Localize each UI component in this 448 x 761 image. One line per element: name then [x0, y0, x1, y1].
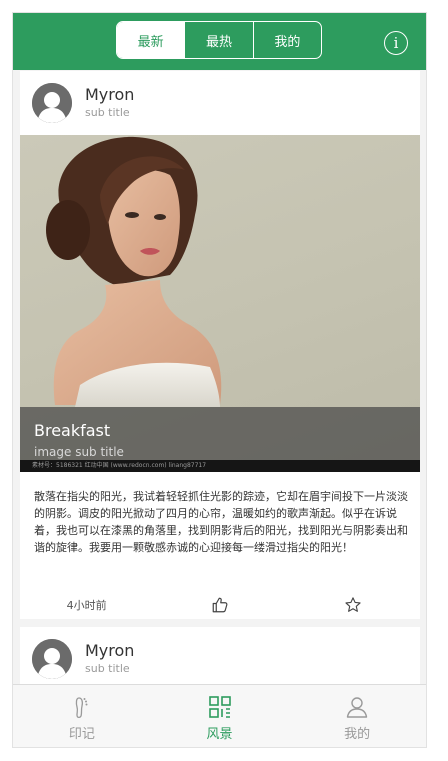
post-actions: 4小时前	[20, 591, 420, 619]
post-text: 散落在指尖的阳光，我试着轻轻抓住光影的踪迹，它却在眉宇间投下一片淡淡的阴影。调皮…	[34, 490, 408, 554]
person-silhouette-icon	[32, 639, 72, 679]
tab-latest[interactable]: 最新	[117, 22, 185, 58]
tab-label: 印记	[68, 727, 95, 742]
tab-imprint[interactable]: 印记	[13, 685, 151, 747]
person-icon	[346, 697, 368, 718]
top-header: 最新 最热 我的 i	[13, 13, 426, 70]
segmented-control: 最新 最热 我的	[116, 21, 322, 59]
image-watermark: 素材号：5186321 红动中国 (www.redocn.com) linang…	[20, 460, 420, 472]
image-title: Breakfast	[34, 421, 111, 440]
like-button[interactable]	[153, 596, 286, 614]
scan-grid-icon	[208, 696, 231, 718]
star-icon	[345, 597, 361, 612]
tab-hot[interactable]: 最热	[184, 22, 252, 58]
info-icon[interactable]: i	[384, 31, 408, 55]
tab-label: 风景	[206, 727, 233, 742]
image-subtitle: image sub title	[34, 445, 124, 459]
bottom-tab-bar: 印记 风景 我的	[13, 684, 426, 747]
tab-scenery[interactable]: 风景	[151, 685, 289, 747]
tab-mine-bottom[interactable]: 我的	[288, 685, 426, 747]
post-time: 4小时前	[66, 599, 107, 612]
footprint-icon	[75, 697, 88, 719]
tab-mine[interactable]: 我的	[252, 22, 321, 58]
user-subtitle: sub title	[85, 662, 130, 675]
person-silhouette-icon	[32, 83, 72, 123]
user-name[interactable]: Myron	[85, 85, 134, 104]
post-image[interactable]: Breakfast image sub title 素材号：5186321 红动…	[20, 135, 420, 472]
avatar[interactable]	[32, 639, 72, 679]
favorite-button[interactable]	[287, 596, 420, 614]
tab-label: 我的	[344, 727, 371, 742]
post-card: Myron sub title	[20, 71, 420, 619]
user-subtitle: sub title	[85, 106, 130, 119]
avatar[interactable]	[32, 83, 72, 123]
app-frame: 最新 最热 我的 i Myron sub title Breakfast ima…	[12, 12, 427, 748]
user-name[interactable]: Myron	[85, 641, 134, 660]
thumbs-up-icon	[212, 597, 228, 613]
